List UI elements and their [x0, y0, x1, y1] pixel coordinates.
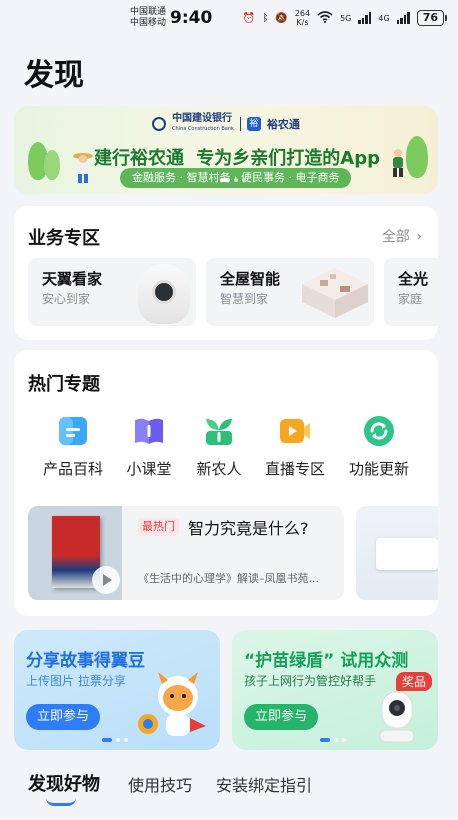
- speed-value: 264: [294, 9, 311, 18]
- network-type-2: 4G: [378, 13, 390, 23]
- promo-subtitle: 上传图片 拉票分享: [26, 674, 126, 688]
- carrier-info: 中国联通 中国移动: [130, 7, 166, 29]
- wifi-icon: [317, 10, 333, 26]
- alarm-icon: ⏰: [242, 12, 256, 24]
- banner-pager: [220, 178, 246, 182]
- sprout-icon: [206, 419, 232, 445]
- promo-pager: [102, 738, 128, 742]
- network-speed: 264 K/s: [295, 9, 310, 27]
- business-item-smart-home[interactable]: 全屋智能 智慧到家: [206, 258, 374, 326]
- business-item-fiber[interactable]: 全光 家庭: [384, 258, 438, 326]
- chevron-right-icon: ›: [416, 229, 422, 245]
- topic-label: 新农人: [196, 460, 242, 478]
- document-icon: [59, 417, 87, 445]
- banner-headline: 建行裕农通 专为乡亲们打造的App: [94, 144, 380, 170]
- mascot-image: [138, 672, 206, 736]
- article-title: 智力究竟是什么?: [188, 519, 309, 538]
- tab-tips[interactable]: 使用技巧: [128, 772, 192, 796]
- farmer-illustration: [73, 153, 93, 183]
- clock: 9:40: [170, 8, 213, 28]
- mute-icon: 🔕: [275, 12, 288, 24]
- refresh-icon: [364, 416, 394, 446]
- bluetooth-icon: ᛒ: [262, 12, 269, 24]
- video-icon: [280, 419, 310, 443]
- play-icon: [92, 566, 120, 594]
- bank-name-en: China Construction Bank: [172, 126, 234, 132]
- article-card-next[interactable]: [356, 506, 438, 600]
- topics-section: 热门专题 产品百科 小课堂 新农人 直播专区 功能更新 最热门 智力究竟是什么?…: [14, 350, 438, 616]
- logo-divider: [239, 117, 241, 131]
- signal-icon-2: [396, 12, 410, 24]
- promo-title: “护苗绿盾” 试用众测: [244, 651, 409, 671]
- signal-icon: [358, 12, 372, 24]
- promo-share-story[interactable]: 分享故事得翼豆 上传图片 拉票分享 立即参与: [14, 630, 220, 750]
- tab-install-guide[interactable]: 安装绑定指引: [216, 772, 312, 796]
- article-card[interactable]: 最热门 智力究竟是什么? 《生活中的心理学》解读–凤凰书苑...: [28, 506, 344, 600]
- business-item-subtitle: 家庭: [398, 292, 423, 306]
- hot-badge: 最热门: [138, 518, 179, 536]
- promo-pager: [320, 738, 346, 742]
- tree-illustration-2: [44, 150, 60, 180]
- topic-label: 小课堂: [126, 460, 172, 478]
- bank-name: 中国建设银行: [172, 113, 233, 124]
- business-item-tianyi[interactable]: 天翼看家 安心到家: [28, 258, 196, 326]
- business-section: 业务专区 全部 › 天翼看家 安心到家 全屋智能 智慧到家 全光 家庭: [14, 206, 438, 340]
- promo-green-shield[interactable]: “护苗绿盾” 试用众测 孩子上网行为管控好帮手 立即参与 奖品: [232, 630, 438, 750]
- business-item-title: 天翼看家: [42, 270, 103, 288]
- yunongtong-logo-icon: 裕: [246, 117, 261, 131]
- promo-subtitle: 孩子上网行为管控好帮手: [244, 674, 377, 688]
- farmer-illustration-2: [393, 149, 403, 177]
- house-model-image: [302, 268, 368, 318]
- camera-product-image: [379, 691, 415, 743]
- battery-indicator: 76: [416, 10, 448, 26]
- page-title: 发现: [24, 58, 84, 93]
- business-item-subtitle: 安心到家: [42, 292, 91, 306]
- bank-name-block: 中国建设银行 China Construction Bank: [172, 114, 234, 134]
- ccb-logo-icon: [152, 117, 167, 131]
- prize-badge: 奖品: [395, 672, 432, 691]
- join-button[interactable]: 立即参与: [26, 704, 100, 730]
- promo-title: 分享故事得翼豆: [26, 651, 145, 671]
- router-image: [376, 538, 438, 570]
- business-item-title: 全光: [398, 270, 429, 288]
- carrier-1: 中国联通: [130, 7, 167, 17]
- banner-headline-rest: 专为乡亲们打造的App: [196, 148, 380, 169]
- book-cover-image: [28, 506, 122, 600]
- join-button[interactable]: 立即参与: [244, 704, 318, 730]
- app-name: 裕农通: [266, 118, 300, 131]
- carrier-2: 中国移动: [130, 18, 167, 28]
- bank-logo-row: 中国建设银行 China Construction Bank 裕 裕农通: [14, 114, 438, 134]
- book-icon: [135, 418, 163, 444]
- business-more-label: 全部: [381, 229, 410, 245]
- speed-unit: K/s: [296, 18, 309, 27]
- banner-headline-brand: 建行裕农通: [94, 148, 184, 169]
- business-more-link[interactable]: 全部 ›: [382, 226, 422, 246]
- topic-label: 产品百科: [42, 460, 104, 478]
- status-bar: 中国联通 中国移动 9:40 ⏰ ᛒ 🔕 264 K/s 5G 4G 76: [0, 0, 458, 36]
- topic-label: 直播专区: [264, 460, 326, 478]
- business-item-title: 全屋智能: [220, 270, 281, 288]
- topic-label: 功能更新: [348, 460, 410, 478]
- business-item-subtitle: 智慧到家: [220, 292, 269, 306]
- article-subtitle: 《生活中的心理学》解读–凤凰书苑...: [138, 572, 319, 585]
- tab-featured[interactable]: 发现好物: [28, 770, 100, 796]
- promo-banner[interactable]: 中国建设银行 China Construction Bank 裕 裕农通 建行裕…: [14, 106, 438, 194]
- network-type-1: 5G: [340, 13, 352, 23]
- camera-image: [138, 264, 190, 324]
- tab-active-indicator: [46, 798, 76, 806]
- topics-title: 热门专题: [28, 374, 100, 395]
- business-title: 业务专区: [28, 228, 100, 249]
